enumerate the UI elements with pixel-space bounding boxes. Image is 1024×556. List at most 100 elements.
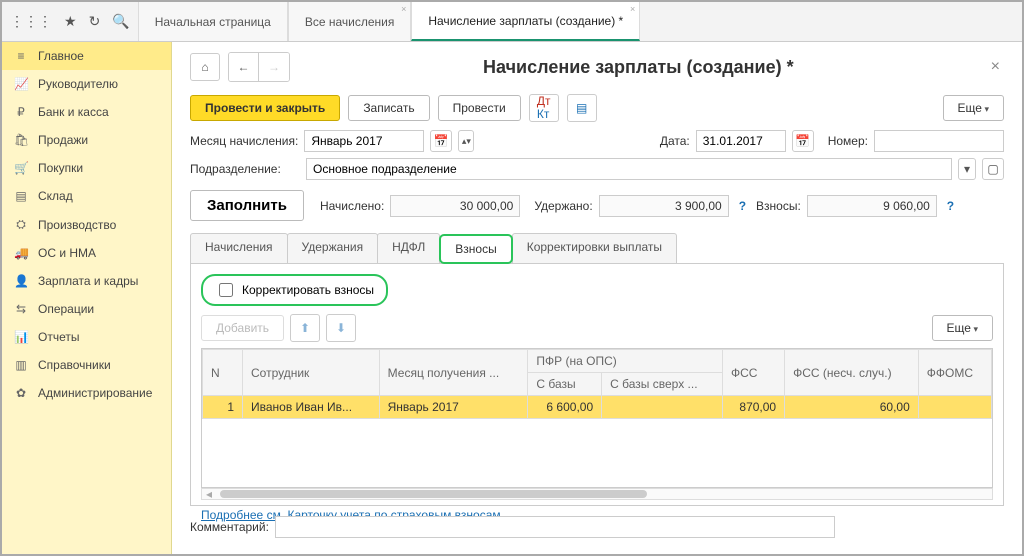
truck-icon: 🚚 — [14, 246, 28, 260]
sidebar-item-sales[interactable]: 🛍Продажи — [2, 126, 171, 154]
correct-checkbox[interactable]: Корректировать взносы — [201, 274, 388, 306]
page-title: Начисление зарплаты (создание) * — [298, 57, 979, 78]
col-pfr-base: С базы — [528, 373, 602, 396]
sidebar-item-operations[interactable]: ⇆Операции — [2, 295, 171, 323]
apps-icon[interactable]: ⋮⋮⋮ — [10, 13, 52, 30]
number-label: Номер: — [828, 134, 868, 148]
ruble-icon: ₽ — [14, 105, 28, 119]
close-icon[interactable]: × — [630, 4, 635, 14]
tab-withholdings[interactable]: Удержания — [287, 233, 379, 263]
print-button[interactable]: ▤ — [567, 94, 597, 122]
withheld-value — [599, 195, 729, 217]
close-form-button[interactable]: × — [987, 58, 1004, 76]
date-label: Дата: — [660, 134, 690, 148]
sidebar-item-manager[interactable]: 📈Руководителю — [2, 70, 171, 98]
person-icon: 👤 — [14, 274, 28, 288]
chart-icon: 📈 — [14, 77, 28, 91]
sidebar-item-warehouse[interactable]: ▤Склад — [2, 182, 171, 210]
col-n: N — [203, 350, 243, 396]
tab-contributions[interactable]: Взносы — [439, 234, 512, 264]
cell-month: Январь 2017 — [379, 396, 528, 419]
open-ref-icon[interactable]: ▢ — [982, 158, 1004, 180]
col-fss-ns: ФСС (несч. случ.) — [785, 350, 919, 396]
date-picker-icon[interactable]: 📅 — [792, 130, 814, 152]
horizontal-scrollbar[interactable]: ◂ — [201, 488, 993, 500]
col-ffoms: ФФОМС — [918, 350, 991, 396]
menu-icon: ≡ — [14, 49, 28, 63]
calendar-icon[interactable]: 📅 — [430, 130, 452, 152]
move-up-button[interactable]: ⬆ — [290, 314, 320, 342]
bag-icon: 🛍 — [14, 133, 28, 147]
correct-checkbox-label: Корректировать взносы — [242, 283, 374, 297]
write-button[interactable]: Записать — [348, 95, 429, 121]
sidebar-item-admin[interactable]: ✿Администрирование — [2, 379, 171, 407]
post-and-close-button[interactable]: Провести и закрыть — [190, 95, 340, 121]
sidebar-item-production[interactable]: ⛭Производство — [2, 210, 171, 239]
post-button[interactable]: Провести — [438, 95, 521, 121]
comment-input[interactable] — [275, 516, 835, 538]
tab-ndfl[interactable]: НДФЛ — [377, 233, 440, 263]
book-icon: ▥ — [14, 358, 28, 372]
accrued-label: Начислено: — [320, 199, 384, 213]
swap-icon: ⇆ — [14, 302, 28, 316]
sidebar: ≡Главное 📈Руководителю ₽Банк и касса 🛍Пр… — [2, 42, 172, 554]
accrued-value — [390, 195, 520, 217]
withheld-label: Удержано: — [534, 199, 592, 213]
home-button[interactable]: ⌂ — [190, 53, 220, 81]
add-button[interactable]: Добавить — [201, 315, 284, 341]
settings-icon: ✿ — [14, 386, 28, 400]
move-down-button[interactable]: ⬇ — [326, 314, 356, 342]
sidebar-item-catalogs[interactable]: ▥Справочники — [2, 351, 171, 379]
date-input[interactable] — [696, 130, 786, 152]
back-button[interactable]: ← — [229, 53, 259, 81]
tab-corrections[interactable]: Корректировки выплаты — [512, 233, 677, 263]
correct-checkbox-input[interactable] — [219, 283, 233, 297]
cell-ffoms — [918, 396, 991, 419]
search-icon[interactable]: 🔍 — [112, 13, 129, 30]
top-bar: ⋮⋮⋮ ★ ↻ 🔍 Начальная страница Все начисле… — [2, 2, 1022, 42]
star-icon[interactable]: ★ — [64, 13, 77, 30]
fill-button[interactable]: Заполнить — [190, 190, 304, 221]
sidebar-item-salary[interactable]: 👤Зарплата и кадры — [2, 267, 171, 295]
contrib-label: Взносы: — [756, 199, 801, 213]
tab-home[interactable]: Начальная страница — [138, 2, 288, 41]
close-icon[interactable]: × — [401, 4, 406, 14]
top-icons: ⋮⋮⋮ ★ ↻ 🔍 — [2, 2, 138, 41]
col-pfr: ПФР (на ОПС) — [528, 350, 723, 373]
col-employee: Сотрудник — [243, 350, 380, 396]
forward-button[interactable]: → — [259, 53, 289, 81]
contrib-value — [807, 195, 937, 217]
hint-icon[interactable]: ? — [943, 199, 958, 213]
cell-fss: 870,00 — [722, 396, 784, 419]
table-row[interactable]: 1 Иванов Иван Ив... Январь 2017 6 600,00… — [203, 396, 992, 419]
cell-pfr-over — [602, 396, 723, 419]
month-input[interactable] — [304, 130, 424, 152]
cell-n: 1 — [203, 396, 243, 419]
report-icon: 📊 — [14, 330, 28, 344]
sidebar-item-bank[interactable]: ₽Банк и касса — [2, 98, 171, 126]
more-button[interactable]: Еще — [943, 95, 1004, 121]
month-label: Месяц начисления: — [190, 134, 298, 148]
cell-pfr-base: 6 600,00 — [528, 396, 602, 419]
gear-icon: ⛭ — [14, 217, 28, 232]
col-pfr-over: С базы сверх ... — [602, 373, 723, 396]
dk-button[interactable]: ДтКт — [529, 94, 559, 122]
hint-icon[interactable]: ? — [735, 199, 750, 213]
sidebar-item-main[interactable]: ≡Главное — [2, 42, 171, 70]
tab-accruals[interactable]: Начисления — [190, 233, 288, 263]
panel-more-button[interactable]: Еще — [932, 315, 993, 341]
stepper-icon[interactable]: ▴▾ — [458, 130, 474, 152]
dept-label: Подразделение: — [190, 162, 300, 176]
dropdown-icon[interactable]: ▾ — [958, 158, 976, 180]
comment-label: Комментарий: — [190, 520, 269, 534]
tab-all[interactable]: Все начисления × — [288, 2, 412, 41]
tab-current[interactable]: Начисление зарплаты (создание) * × — [411, 2, 640, 41]
sidebar-item-purchases[interactable]: 🛒Покупки — [2, 154, 171, 182]
sidebar-item-assets[interactable]: 🚚ОС и НМА — [2, 239, 171, 267]
number-input[interactable] — [874, 130, 1004, 152]
sidebar-item-reports[interactable]: 📊Отчеты — [2, 323, 171, 351]
dept-input[interactable] — [306, 158, 952, 180]
contributions-grid[interactable]: N Сотрудник Месяц получения ... ПФР (на … — [201, 348, 993, 488]
history-icon[interactable]: ↻ — [89, 13, 101, 30]
cart-icon: 🛒 — [14, 161, 28, 175]
